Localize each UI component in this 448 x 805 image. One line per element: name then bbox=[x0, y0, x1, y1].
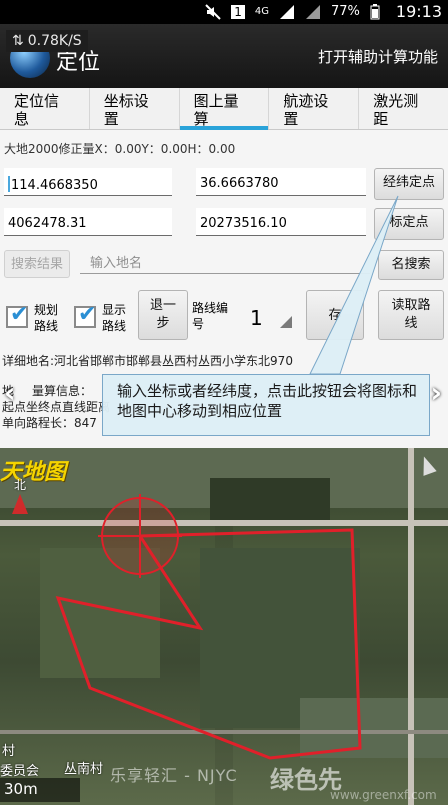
help-tooltip: 输入坐标或者经纬度，点击此按钮会将图标和地图中心移动到相应位置 bbox=[102, 374, 430, 436]
